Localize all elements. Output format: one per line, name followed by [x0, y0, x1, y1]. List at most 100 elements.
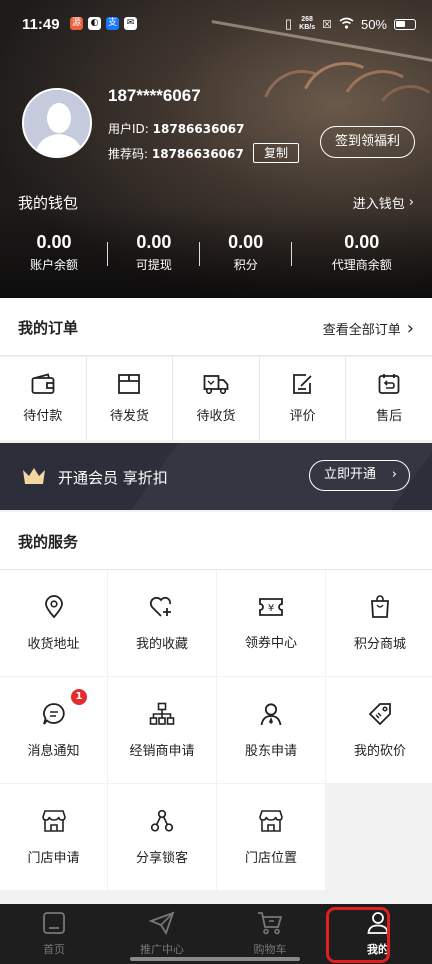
wallet-label: 账户余额 [29, 258, 78, 272]
tab-cart[interactable]: 购物车 [216, 904, 324, 964]
tab-label: 推广中心 [140, 943, 184, 956]
vibrate-icon: ▯ [284, 16, 293, 31]
wallet-value: 0.00 [36, 232, 72, 252]
order-pending-receipt[interactable]: 待收货 [173, 357, 260, 440]
vip-banner[interactable]: 开通会员 享折扣 立即开通 › [0, 443, 432, 510]
home-icon [42, 911, 66, 938]
vip-text: 开通会员 享折扣 [58, 469, 168, 487]
wallet-value: 0.00 [228, 232, 264, 252]
referral-label: 推荐码: [108, 147, 149, 161]
chevron-right-icon: › [391, 467, 397, 482]
wifi-icon [339, 17, 354, 32]
return-icon [377, 373, 401, 399]
active-tab-highlight [326, 907, 390, 963]
tab-label: 首页 [43, 943, 65, 956]
location-icon [43, 594, 65, 623]
order-status-row: 待付款 待发货 待收货 评价 售后 [0, 357, 432, 440]
tab-home[interactable]: 首页 [0, 904, 108, 964]
tab-mine[interactable]: 我的 [324, 904, 432, 964]
service-favorites[interactable]: 我的收藏 [108, 570, 216, 676]
service-store-apply[interactable]: 门店申请 [0, 784, 107, 890]
order-pending-payment[interactable]: 待付款 [0, 357, 87, 440]
tab-label: 购物车 [253, 943, 287, 956]
crown-icon [22, 466, 46, 490]
battery-percent: 50% [360, 16, 387, 32]
x-icon: ☒ [322, 18, 332, 31]
price-tag-icon [368, 702, 392, 730]
chevron-right-icon: › [408, 195, 414, 210]
wallet-label: 代理商余额 [331, 258, 392, 272]
order-status-label: 售后 [376, 409, 403, 424]
alipay-icon: 支 [106, 17, 119, 30]
net-speed-unit: KB/s [299, 24, 316, 31]
notification-badge: 1 [71, 689, 87, 705]
services-title: 我的服务 [18, 533, 79, 551]
profile-header: 11:49 源 ◐ 支 ✉ ▯ 268 KB/s ☒ 50% 187****606… [0, 0, 432, 298]
tab-promotion-center[interactable]: 推广中心 [108, 904, 216, 964]
wallet-value: 0.00 [344, 232, 380, 252]
status-time: 11:49 [22, 16, 60, 33]
service-notifications[interactable]: 1 消息通知 [0, 677, 107, 783]
service-label: 股东申请 [244, 743, 297, 759]
view-all-orders-link[interactable]: 查看全部订单 › [323, 318, 414, 339]
store-icon [41, 809, 67, 837]
order-after-sales[interactable]: 售后 [346, 357, 432, 440]
order-status-label: 待发货 [109, 409, 149, 424]
service-label: 经销商申请 [129, 743, 195, 759]
service-shareholder-apply[interactable]: 股东申请 [217, 677, 325, 783]
services-grid: 收货地址 我的收藏 ¥ 领券中心 积分商城 1 消息通知 经销商申请 股东申请 … [0, 570, 432, 892]
service-label: 消息通知 [27, 743, 80, 759]
mail-icon: ✉ [124, 17, 137, 30]
order-status-label: 评价 [289, 409, 316, 424]
referral-code: 18786636067 [151, 147, 244, 161]
service-store-location[interactable]: 门店位置 [217, 784, 325, 890]
orders-section-header: 我的订单 查看全部订单 › [0, 298, 432, 356]
view-all-orders-label: 查看全部订单 [322, 323, 401, 338]
wallet-title: 我的钱包 [18, 194, 79, 212]
bottom-tab-bar: 首页 推广中心 购物车 我的 [0, 904, 432, 964]
net-speed: 268 [301, 16, 313, 23]
service-label: 分享锁客 [135, 850, 188, 866]
orders-title: 我的订单 [18, 319, 79, 337]
wallet-link-label: 进入钱包 [352, 197, 405, 212]
service-shipping-address[interactable]: 收货地址 [0, 570, 107, 676]
service-my-bargain[interactable]: 我的砍价 [326, 677, 432, 783]
order-review[interactable]: 评价 [260, 357, 347, 440]
user-id-label: 用户ID: [108, 122, 149, 136]
wallet-value: 0.00 [136, 232, 172, 252]
home-indicator[interactable] [130, 957, 300, 961]
package-icon [117, 373, 141, 399]
wallet-item-withdrawable[interactable]: 0.00 可提现 [108, 232, 200, 273]
wallet-label: 可提现 [135, 258, 172, 272]
checkin-button[interactable]: 签到领福利 [320, 126, 415, 158]
wallet-item-agent-balance[interactable]: 0.00 代理商余额 [292, 232, 432, 273]
service-distributor-apply[interactable]: 经销商申请 [108, 677, 216, 783]
service-label: 我的收藏 [135, 636, 188, 652]
app-notification-icon: ◐ [88, 17, 101, 30]
order-status-label: 待收货 [196, 409, 236, 424]
grid-empty-cell [326, 784, 432, 890]
service-label: 门店位置 [244, 850, 297, 866]
wallet-summary: 0.00 账户余额 0.00 可提现 0.00 积分 0.00 代理商余额 [0, 232, 432, 273]
service-coupon-center[interactable]: ¥ 领券中心 [217, 570, 325, 676]
shopping-bag-icon [369, 594, 391, 623]
service-label: 门店申请 [27, 850, 80, 866]
service-label: 收货地址 [27, 636, 80, 652]
cart-icon [257, 911, 283, 938]
review-icon [291, 373, 315, 399]
service-share-lock-customer[interactable]: 分享锁客 [108, 784, 216, 890]
avatar[interactable] [22, 88, 92, 158]
wallet-item-points[interactable]: 0.00 积分 [200, 232, 292, 273]
wallet-link[interactable]: 进入钱包 › [353, 193, 414, 212]
coupon-icon: ¥ [258, 596, 284, 622]
service-label: 积分商城 [353, 636, 406, 652]
wallet-item-balance[interactable]: 0.00 账户余额 [0, 232, 108, 273]
activate-vip-button[interactable]: 立即开通 › [309, 460, 410, 491]
app-notification-icon: 源 [70, 17, 83, 30]
order-pending-shipment[interactable]: 待发货 [87, 357, 174, 440]
share-icon [150, 809, 174, 837]
copy-button[interactable]: 复制 [253, 143, 299, 163]
service-points-mall[interactable]: 积分商城 [326, 570, 432, 676]
person-icon [259, 702, 283, 730]
store-location-icon [258, 809, 284, 837]
